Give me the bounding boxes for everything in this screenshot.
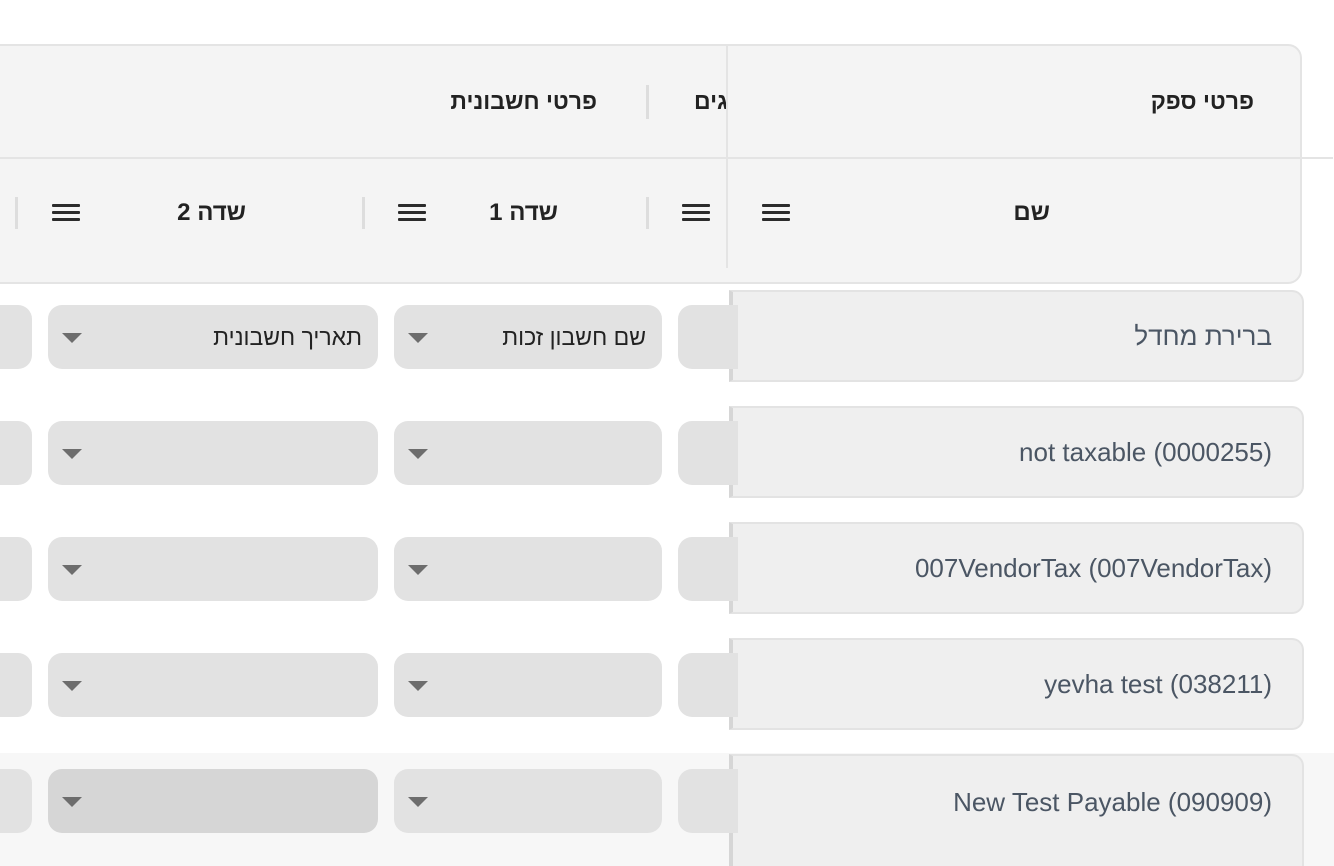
- partial-select[interactable]: [678, 653, 738, 717]
- pinned-column-divider: [726, 44, 728, 268]
- grid-header: [0, 44, 1302, 284]
- vendor-name: ברירת מחדל: [1134, 320, 1272, 351]
- field1-select[interactable]: [394, 769, 662, 833]
- group-header-supplier-details: פרטי ספק: [1150, 88, 1254, 114]
- field1-select[interactable]: שם חשבון זכות: [394, 305, 662, 369]
- offscreen-select[interactable]: [0, 653, 32, 717]
- chevron-down-icon: [408, 449, 428, 459]
- vendor-name-cell[interactable]: yevha test (038211): [729, 638, 1304, 730]
- vendor-name-cell[interactable]: New Test Payable (090909): [729, 754, 1304, 866]
- vendor-name: not taxable (0000255): [1019, 436, 1272, 467]
- field2-select[interactable]: תאריך חשבונית: [48, 305, 378, 369]
- offscreen-select[interactable]: [0, 305, 32, 369]
- column-menu-icon-field2[interactable]: [52, 202, 80, 224]
- vendor-name: 007VendorTax (007VendorTax): [914, 552, 1272, 583]
- column-header-name[interactable]: שם: [1013, 199, 1050, 227]
- field1-select-value: שם חשבון זכות: [502, 323, 646, 350]
- column-separator: [646, 197, 649, 229]
- chevron-down-icon: [408, 565, 428, 575]
- chevron-down-icon: [62, 449, 82, 459]
- field1-select[interactable]: [394, 421, 662, 485]
- field1-select[interactable]: [394, 653, 662, 717]
- vendor-name: New Test Payable (090909): [953, 786, 1272, 817]
- offscreen-select[interactable]: [0, 537, 32, 601]
- field2-select-value: תאריך חשבונית: [213, 323, 362, 350]
- chevron-down-icon: [62, 333, 82, 343]
- column-menu-icon-field1[interactable]: [398, 202, 426, 224]
- vendor-name-cell[interactable]: not taxable (0000255): [729, 406, 1304, 498]
- chevron-down-icon: [62, 797, 82, 807]
- group-header-partial-label: גים: [694, 88, 726, 114]
- chevron-down-icon: [408, 681, 428, 691]
- group-header-invoice-details: פרטי חשבונית: [450, 88, 597, 114]
- offscreen-select[interactable]: [0, 421, 32, 485]
- field2-select[interactable]: [48, 421, 378, 485]
- column-separator: [362, 197, 365, 229]
- vendor-name-cell[interactable]: 007VendorTax (007VendorTax): [729, 522, 1304, 614]
- offscreen-select[interactable]: [0, 769, 32, 833]
- chevron-down-icon: [62, 681, 82, 691]
- column-menu-icon-name[interactable]: [762, 202, 790, 224]
- chevron-down-icon: [408, 333, 428, 343]
- partial-select[interactable]: [678, 769, 738, 833]
- partial-select[interactable]: [678, 421, 738, 485]
- partial-select[interactable]: [678, 305, 738, 369]
- field2-select[interactable]: [48, 653, 378, 717]
- field1-select[interactable]: [394, 537, 662, 601]
- column-header-field1[interactable]: שדה 1: [489, 199, 558, 227]
- field2-select[interactable]: [48, 769, 378, 833]
- vendor-name-cell[interactable]: ברירת מחדל: [729, 290, 1304, 382]
- column-header-field2[interactable]: שדה 2: [177, 199, 246, 227]
- column-separator: [15, 197, 18, 229]
- chevron-down-icon: [408, 797, 428, 807]
- column-menu-icon-partial[interactable]: [682, 202, 710, 224]
- partial-select[interactable]: [678, 537, 738, 601]
- chevron-down-icon: [62, 565, 82, 575]
- header-row-divider: [0, 157, 1333, 159]
- group-header-partial: גים: [694, 88, 726, 115]
- field2-select[interactable]: [48, 537, 378, 601]
- group-separator: [646, 85, 649, 119]
- vendor-name: yevha test (038211): [1044, 668, 1272, 699]
